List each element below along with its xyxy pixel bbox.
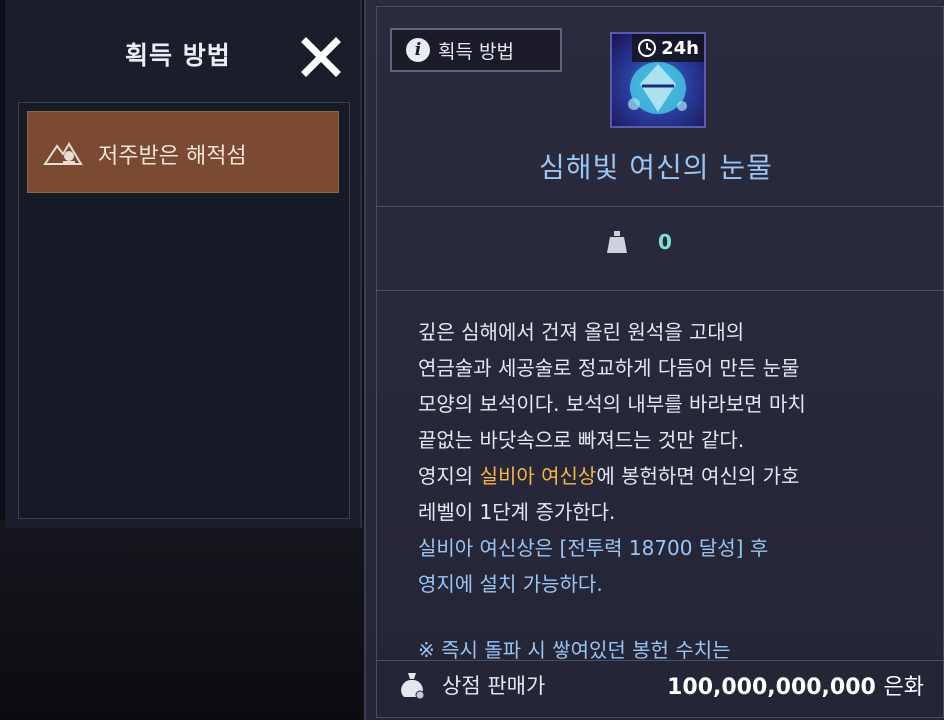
timer-badge: 24h: [632, 34, 704, 62]
source-list: 저주받은 해적섬: [18, 102, 350, 519]
description-line: 레벨이 1단계 증가한다.: [418, 500, 616, 524]
item-tooltip-panel: i 획득 방법 24h 심해빛 여신의 눈물 0 깊은 심해에서 건져 올린 원…: [364, 0, 944, 720]
timer-text: 24h: [661, 37, 699, 59]
item-icon: 24h: [610, 32, 706, 128]
close-icon: [301, 37, 341, 77]
divider: [376, 290, 944, 291]
mountain-pirate-icon: [43, 142, 83, 165]
description-line: 깊은 심해에서 건져 올린 원석을 고대의: [418, 320, 745, 344]
price-amount: 100,000,000,000: [667, 675, 876, 700]
panel-title: 획득 방법: [125, 41, 231, 70]
info-icon: i: [406, 38, 430, 62]
description-line: 모양의 보석이다. 보석의 내부를 바라보면 마치: [418, 392, 806, 416]
clock-icon: [638, 39, 657, 57]
acquisition-method-button[interactable]: i 획득 방법: [390, 28, 562, 72]
close-button[interactable]: [300, 36, 342, 78]
weight-icon: [607, 231, 627, 253]
description-line: 연금술과 세공술로 정교하게 다듬어 만든 눈물: [418, 356, 800, 380]
weight-value: 0: [658, 230, 672, 254]
item-description: 깊은 심해에서 건져 올린 원석을 고대의 연금술과 세공술로 정교하게 다듬어…: [418, 314, 908, 668]
weight-row: 0: [606, 230, 672, 254]
highlight-text: 실비아 여신상: [479, 464, 597, 488]
price-unit: 은화: [883, 675, 924, 700]
description-line: 영지에 설치 가능하다.: [418, 572, 603, 596]
source-item-label: 저주받은 해적섬: [98, 144, 247, 169]
item-name: 심해빛 여신의 눈물: [539, 151, 773, 184]
source-item-cursed-pirate-island[interactable]: 저주받은 해적섬: [27, 111, 339, 193]
background-shade: [0, 520, 370, 720]
money-bag-icon: [401, 673, 425, 700]
shop-price-row: 상점 판매가 100,000,000,000 은화: [376, 660, 944, 710]
description-line: 영지의 실비아 여신상에 봉헌하면 여신의 가호: [418, 458, 908, 494]
description-line: 실비아 여신상은 [전투력 18700 달성] 후: [418, 536, 769, 560]
shop-price-label: 상점 판매가: [442, 674, 546, 698]
description-text: 에 봉헌하면 여신의 가호: [596, 464, 800, 488]
shop-price-value: 100,000,000,000 은화: [667, 669, 924, 701]
divider: [376, 206, 944, 207]
acquisition-method-label: 획득 방법: [438, 40, 514, 63]
description-text: 영지의: [418, 464, 480, 488]
description-line: 끝없는 바닷속으로 빠져드는 것만 같다.: [418, 428, 745, 452]
acquisition-panel: 획득 방법 저주받은 해적섬: [5, 0, 362, 528]
